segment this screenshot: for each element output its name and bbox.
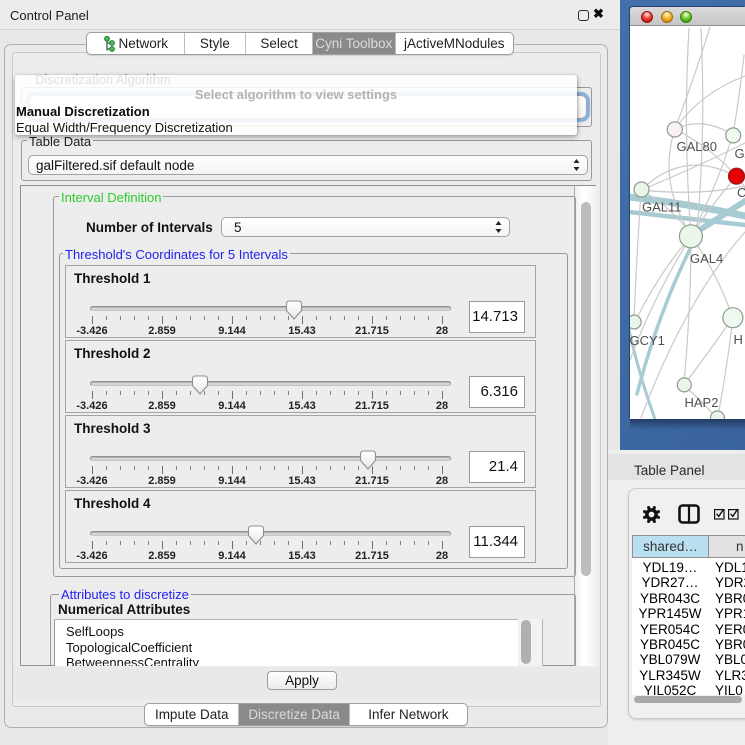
svg-text:HAP2: HAP2 (685, 395, 719, 410)
svg-text:GAL80: GAL80 (677, 139, 717, 154)
svg-text:GAL4: GAL4 (690, 251, 723, 266)
svg-text:GCY1: GCY1 (630, 333, 665, 348)
svg-text:GAL11: GAL11 (642, 200, 682, 215)
svg-text:GA: GA (735, 146, 745, 161)
svg-text:C: C (737, 185, 745, 200)
svg-text:H: H (734, 332, 743, 347)
